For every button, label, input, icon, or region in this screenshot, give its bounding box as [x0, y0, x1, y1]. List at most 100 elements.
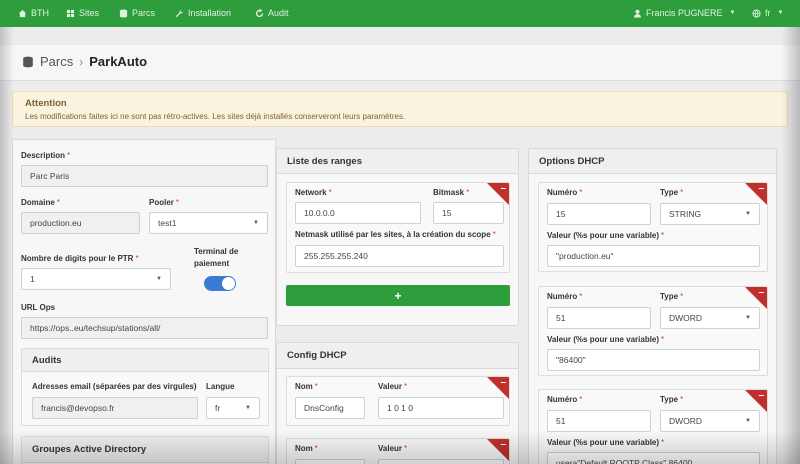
page-title: ParkAuto	[89, 54, 148, 69]
toggle-knob	[222, 277, 235, 290]
emails-input[interactable]: francis@devopso.fr	[32, 397, 198, 419]
nav-item-audit[interactable]: Audit	[255, 0, 289, 27]
option-valeur-input[interactable]: usera"Default ROOTP Class" 86400	[547, 452, 760, 464]
breadcrumb: Parcs › ParkAuto	[22, 54, 147, 69]
nav-item-sites[interactable]: Sites	[66, 0, 99, 27]
language-label: fr	[765, 8, 771, 18]
domaine-label: Domaine *	[21, 198, 60, 207]
netmask-label: Netmask utilisé par les sites, à la créa…	[295, 230, 496, 239]
user-icon	[633, 9, 642, 18]
langue-label: Langue	[206, 382, 235, 391]
numero-input[interactable]: 51	[547, 307, 651, 329]
alert-message: Les modifications faites ici ne sont pas…	[25, 112, 406, 121]
type-value: DWORD	[669, 313, 703, 323]
globe-icon	[752, 9, 761, 18]
valeur-input[interactable]: 1 0 1 0	[378, 397, 504, 419]
langue-select[interactable]: fr ▼	[206, 397, 260, 419]
pooler-label: Pooler *	[149, 198, 180, 207]
chevron-down-icon: ▼	[729, 10, 736, 16]
minus-icon[interactable]: –	[758, 184, 764, 194]
option-valeur-input[interactable]: "production.eu"	[547, 245, 760, 267]
numero-input[interactable]: 15	[547, 203, 651, 225]
numero-input[interactable]: 51	[547, 410, 651, 432]
nom-label: Nom *	[295, 382, 318, 391]
numero-label: Numéro *	[547, 188, 583, 197]
option-valeur-input[interactable]: "86400"	[547, 349, 760, 371]
add-range-button[interactable]: +	[286, 285, 510, 306]
nom-input[interactable]	[295, 459, 365, 464]
nom-label: Nom *	[295, 444, 318, 453]
type-select[interactable]: DWORD ▼	[660, 410, 760, 432]
type-label: Type *	[660, 292, 684, 301]
options-dhcp-panel: Options DHCP – Numéro * 15 Type * STRING ▼…	[528, 148, 777, 464]
url-ops-label: URL Ops	[21, 303, 56, 312]
type-value: STRING	[669, 209, 702, 219]
nav-item-label: Sites	[79, 8, 100, 18]
audits-panel: Audits Adresses email (séparées par des …	[21, 348, 269, 426]
breadcrumb-parent-link[interactable]: Parcs	[40, 54, 73, 69]
option-card: – Numéro * 51 Type * DWORD ▼ Valeur (%s po…	[538, 286, 768, 376]
config-dhcp-panel: Config DHCP – Nom * DnsConfig Valeur * 1 0…	[276, 342, 519, 464]
valeur-label: Valeur *	[378, 444, 408, 453]
option-valeur-label: Valeur (%s pour une variable) *	[547, 335, 665, 344]
top-navbar: BTH Sites Parcs Installation Audit Franc…	[0, 0, 800, 27]
nav-item-installation[interactable]: Installation	[175, 0, 231, 27]
language-menu[interactable]: fr ▼	[752, 0, 783, 27]
minus-icon[interactable]: –	[500, 378, 506, 388]
minus-icon[interactable]: –	[500, 184, 506, 194]
type-value: DWORD	[669, 416, 703, 426]
type-select[interactable]: DWORD ▼	[660, 307, 760, 329]
url-ops-input[interactable]: https://ops..eu/techsup/stations/all/	[21, 317, 268, 339]
bitmask-input[interactable]: 15	[433, 202, 504, 224]
nav-item-label: Installation	[188, 8, 232, 18]
user-menu[interactable]: Francis PUGNERE ▼	[633, 0, 735, 27]
database-icon	[119, 9, 128, 18]
bitmask-label: Bitmask *	[433, 188, 470, 197]
user-name: Francis PUGNERE	[646, 8, 723, 18]
breadcrumb-bar: Parcs › ParkAuto	[0, 45, 800, 81]
netmask-input[interactable]: 255.255.255.240	[295, 245, 504, 267]
chevron-down-icon: ▼	[253, 220, 259, 226]
domaine-input[interactable]: production.eu	[21, 212, 140, 234]
terminal-label: Terminal de	[194, 247, 239, 256]
minus-icon[interactable]: –	[758, 288, 764, 298]
description-input[interactable]: Parc Paris	[21, 165, 268, 187]
config-dhcp-title: Config DHCP	[277, 343, 518, 369]
nom-input[interactable]: DnsConfig	[295, 397, 365, 419]
type-label: Type *	[660, 188, 684, 197]
nav-item-label: Audit	[268, 8, 289, 18]
emails-label: Adresses email (séparées par des virgule…	[32, 382, 197, 391]
terminal-toggle[interactable]	[204, 276, 236, 291]
minus-icon[interactable]: –	[758, 391, 764, 401]
brand-label: BTH	[31, 8, 49, 18]
option-card: – Numéro * 51 Type * DWORD ▼ Valeur (%s po…	[538, 389, 768, 464]
ptr-select[interactable]: 1 ▼	[21, 268, 171, 290]
description-label: Description *	[21, 151, 71, 160]
chevron-down-icon: ▼	[245, 405, 251, 411]
minus-icon[interactable]: –	[500, 440, 506, 450]
warning-alert: Attention Les modifications faites ici n…	[12, 91, 788, 127]
pooler-select[interactable]: test1 ▼	[149, 212, 268, 234]
config-row-card: – Nom * Valeur *	[286, 438, 510, 464]
alert-title: Attention	[25, 98, 67, 109]
ptr-label: Nombre de digits pour le PTR *	[21, 254, 139, 263]
option-valeur-label: Valeur (%s pour une variable) *	[547, 438, 665, 447]
network-input[interactable]: 10.0.0.0	[295, 202, 421, 224]
numero-label: Numéro *	[547, 292, 583, 301]
nav-item-label: Parcs	[132, 8, 156, 18]
groupes-ad-panel: Groupes Active Directory	[21, 436, 269, 464]
ptr-value: 1	[30, 274, 35, 284]
groupes-ad-title: Groupes Active Directory	[22, 437, 268, 463]
chevron-right-icon: ›	[79, 54, 84, 69]
refresh-icon	[255, 9, 264, 18]
network-label: Network *	[295, 188, 332, 197]
numero-label: Numéro *	[547, 395, 583, 404]
valeur-input[interactable]	[378, 459, 504, 464]
chevron-down-icon: ▼	[777, 10, 784, 16]
chevron-down-icon: ▼	[156, 276, 162, 282]
chevron-down-icon: ▼	[745, 211, 751, 217]
type-select[interactable]: STRING ▼	[660, 203, 760, 225]
nav-item-parcs[interactable]: Parcs	[119, 0, 155, 27]
range-card: – Network * 10.0.0.0 Bitmask * 15 Netmask …	[286, 182, 510, 273]
brand-link[interactable]: BTH	[18, 0, 49, 27]
